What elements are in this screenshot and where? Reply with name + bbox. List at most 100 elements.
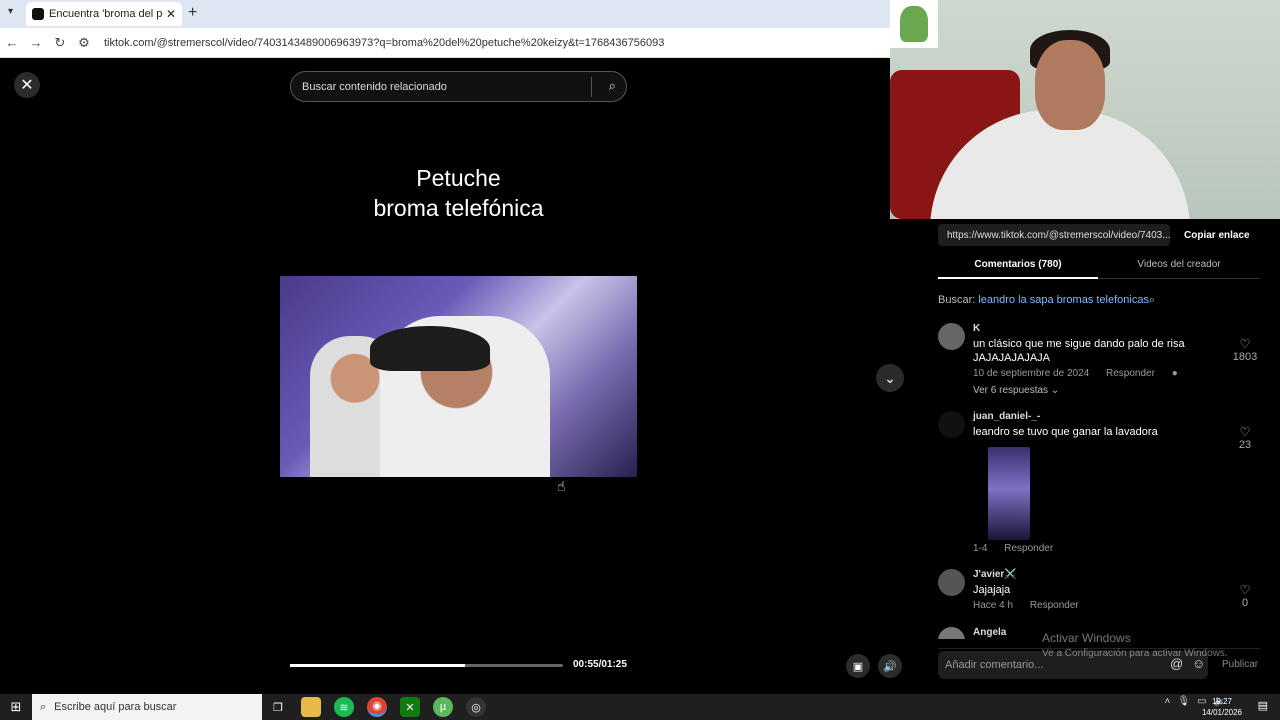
view-replies-button[interactable]: Ver 6 respuestas ⌄: [973, 385, 1059, 396]
creator-badge-icon: ●: [1171, 368, 1178, 379]
taskbar-search-placeholder: Escribe aquí para buscar: [54, 701, 177, 713]
new-tab-button[interactable]: +: [188, 4, 197, 22]
watermark-subtitle: Ve a Configuración para activar Windows.: [1042, 648, 1228, 659]
comment-username[interactable]: juan_daniel-_-: [973, 411, 1040, 422]
like-count: 1803: [1232, 351, 1258, 363]
chrome-icon[interactable]: ◉: [367, 697, 387, 717]
panel-tabs: Comentarios (780) Videos del creador: [938, 255, 1260, 279]
utorrent-icon[interactable]: µ: [433, 697, 453, 717]
related-search-placeholder: Buscar contenido relacionado: [302, 80, 447, 93]
taskbar: ⊞ ⌕ Escribe aquí para buscar ❐ ≋ ◉ ✕ µ ◎…: [0, 694, 1280, 720]
video-player[interactable]: Buscar contenido relacionado ⌕ Petuche b…: [280, 58, 637, 694]
tab-title: Encuentra 'broma del petu: [49, 8, 162, 20]
tray-expand-icon[interactable]: ˄: [1165, 696, 1171, 707]
comment-text: Jajajaja: [973, 584, 1011, 596]
copy-link-button[interactable]: Copiar enlace: [1184, 230, 1250, 241]
xbox-icon[interactable]: ✕: [400, 697, 420, 717]
like-button[interactable]: ♡ 23: [1230, 425, 1260, 451]
comment-meta: 1-4 Responder: [973, 543, 1053, 554]
search-icon: ⌕: [40, 700, 47, 713]
reply-button[interactable]: Responder: [1030, 600, 1079, 611]
webcam-person-head: [1035, 40, 1105, 130]
video-caption: Petuche broma telefónica: [280, 163, 637, 223]
heart-icon: ♡: [1239, 337, 1251, 351]
avatar[interactable]: [938, 627, 965, 639]
comment-username[interactable]: J'avier⚔️: [973, 569, 1017, 580]
search-suggestion[interactable]: Buscar: leandro la sapa bromas telefonic…: [938, 294, 1155, 307]
like-button[interactable]: ♡ 0: [1230, 583, 1260, 609]
comment-date: Hace 4 h: [973, 600, 1014, 611]
search-divider: [591, 77, 592, 97]
comment-username[interactable]: Ángela: [973, 627, 1006, 638]
taskbar-clock[interactable]: 19:27 14/01/2026: [1202, 696, 1242, 718]
avatar[interactable]: [938, 323, 965, 350]
close-video-button[interactable]: ✕: [14, 72, 40, 98]
chevron-down-icon: ⌄: [884, 369, 896, 386]
tab-close-icon[interactable]: ✕: [166, 7, 176, 21]
share-link-field[interactable]: https://www.tiktok.com/@stremerscol/vide…: [938, 224, 1170, 246]
tab-comments-underline: [938, 277, 1098, 279]
search-suggestion-query[interactable]: leandro la sapa bromas telefonicas: [978, 294, 1149, 306]
spotify-icon[interactable]: ≋: [334, 697, 354, 717]
task-view-icon[interactable]: ❐: [268, 697, 288, 717]
like-count: 23: [1238, 439, 1252, 451]
start-button[interactable]: ⊞: [0, 694, 32, 720]
like-button[interactable]: ♡ 1803: [1230, 337, 1260, 363]
url-text[interactable]: tiktok.com/@stremerscol/video/7403143489…: [104, 37, 664, 49]
microphone-icon[interactable]: 🎙: [1177, 696, 1190, 707]
tiktok-favicon-icon: [32, 8, 44, 20]
comment-meta: 10 de septiembre de 2024 Responder ●: [973, 368, 1178, 379]
search-suggestion-label: Buscar:: [938, 294, 976, 306]
webcam-overlay: [890, 0, 1280, 219]
video-progress-bar[interactable]: [290, 664, 563, 667]
tab-creator-videos[interactable]: Videos del creador: [1098, 259, 1260, 270]
tab-comments[interactable]: Comentarios (780): [938, 259, 1098, 270]
reply-button[interactable]: Responder: [1004, 543, 1053, 554]
watermark-title: Activar Windows: [1042, 631, 1131, 645]
site-info-icon[interactable]: ⚙: [72, 35, 96, 51]
browser-tabbar: ▾ Encuentra 'broma del petu ✕ +: [0, 0, 890, 28]
notifications-icon[interactable]: ▤: [1258, 699, 1268, 712]
obs-icon[interactable]: ◎: [466, 697, 486, 717]
volume-icon: 🔊: [883, 660, 897, 673]
floating-player-icon: ▣: [852, 660, 864, 673]
comment-item: juan_daniel-_- leandro se tuvo que ganar…: [938, 411, 1260, 556]
screen: ▾ Encuentra 'broma del petu ✕ + ← → ↻ ⚙ …: [0, 0, 1280, 720]
video-viewer: ✕ Buscar contenido relacionado ⌕ Petuche…: [0, 58, 918, 694]
share-link-row: https://www.tiktok.com/@stremerscol/vide…: [938, 224, 1260, 246]
comment-date: 1-4: [973, 543, 988, 554]
avatar[interactable]: [938, 569, 965, 596]
mouse-pointer-icon: ☝: [557, 478, 566, 494]
next-video-button[interactable]: ⌄: [876, 364, 904, 392]
forward-arrow-icon[interactable]: →: [24, 35, 48, 50]
browser-tab[interactable]: Encuentra 'broma del petu ✕: [26, 2, 182, 26]
tab-menu-icon[interactable]: ▾: [8, 6, 13, 17]
comment-text: un clásico que me sigue dando palo de ri…: [973, 338, 1185, 364]
clock-date: 14/01/2026: [1201, 708, 1242, 717]
floating-player-button[interactable]: ▣: [846, 654, 870, 678]
chevron-down-icon: ⌄: [1050, 385, 1060, 396]
activation-watermark: Activar Windows Ve a Configuración para …: [1042, 631, 1228, 659]
caption-line-2: broma telefónica: [373, 195, 544, 221]
comment-attached-image[interactable]: [988, 447, 1030, 540]
related-search-input[interactable]: Buscar contenido relacionado ⌕: [290, 71, 627, 102]
webcam-sticker-icon: [890, 0, 938, 48]
reply-button[interactable]: Responder: [1106, 368, 1155, 379]
avatar[interactable]: [938, 411, 965, 438]
taskbar-search[interactable]: ⌕ Escribe aquí para buscar: [32, 694, 262, 720]
publish-button[interactable]: Publicar: [1222, 659, 1258, 670]
search-icon[interactable]: ⌕: [609, 78, 616, 94]
heart-icon: ♡: [1239, 425, 1251, 439]
volume-button[interactable]: 🔊: [878, 654, 902, 678]
caption-line-1: Petuche: [416, 165, 501, 191]
like-count: 0: [1241, 597, 1249, 609]
file-explorer-icon[interactable]: [301, 697, 321, 717]
comment-username[interactable]: K: [973, 323, 980, 334]
comment-item: K un clásico que me sigue dando palo de …: [938, 323, 1260, 403]
comment-date: 10 de septiembre de 2024: [973, 368, 1090, 379]
video-frame: [280, 276, 637, 477]
clock-time: 19:27: [1211, 697, 1232, 706]
back-arrow-icon[interactable]: ←: [0, 35, 24, 50]
comment-meta: Hace 4 h Responder: [973, 600, 1079, 611]
reload-icon[interactable]: ↻: [48, 35, 72, 51]
